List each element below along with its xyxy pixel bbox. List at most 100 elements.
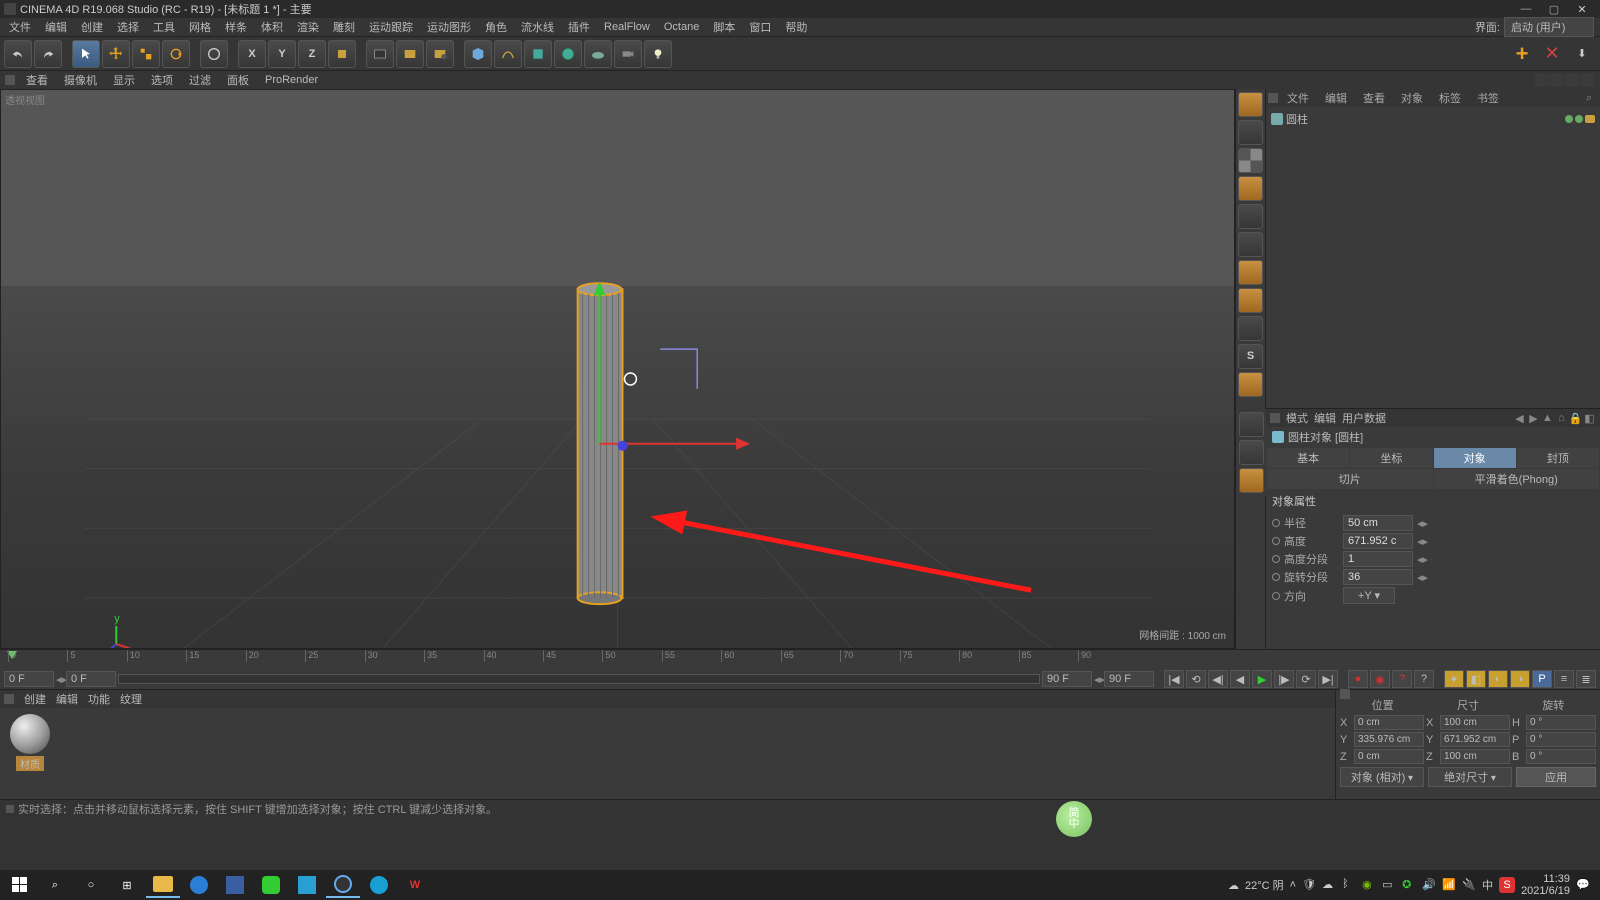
- tray-sogou-icon[interactable]: S: [1499, 877, 1515, 893]
- cortana-button[interactable]: ○: [74, 872, 108, 898]
- timeline-range-slider[interactable]: [118, 674, 1040, 684]
- grip-icon[interactable]: [5, 75, 15, 85]
- coords-apply-button[interactable]: 应用: [1516, 767, 1596, 787]
- material-item[interactable]: 材质: [6, 714, 54, 771]
- axis-mode-button[interactable]: [1238, 288, 1263, 313]
- weather-icon[interactable]: ☁: [1228, 879, 1239, 892]
- ime-badge[interactable]: 简 中: [1056, 801, 1092, 837]
- attr-menu-mode[interactable]: 模式: [1286, 410, 1308, 426]
- point-mode-button[interactable]: [1238, 204, 1263, 229]
- mat-menu-create[interactable]: 创建: [24, 691, 46, 707]
- tray-wifi-icon[interactable]: 📶: [1442, 878, 1456, 892]
- lock-y-button[interactable]: Y: [268, 40, 296, 68]
- vp-nav-move-icon[interactable]: [1535, 73, 1549, 87]
- menu-mograph[interactable]: 运动图形: [420, 19, 478, 35]
- grip-icon[interactable]: [4, 694, 14, 704]
- timeline-menu1-button[interactable]: ≡: [1554, 670, 1574, 688]
- add-spline-button[interactable]: [494, 40, 522, 68]
- size-x-input[interactable]: 100 cm: [1440, 715, 1510, 730]
- attr-tab-object[interactable]: 对象: [1434, 448, 1516, 468]
- om-search-icon[interactable]: ⌕: [1586, 92, 1598, 104]
- rotate-tool[interactable]: [162, 40, 190, 68]
- attr-menu-edit[interactable]: 编辑: [1314, 410, 1336, 426]
- menu-realflow[interactable]: RealFlow: [597, 21, 657, 33]
- attr-nav-lock-icon[interactable]: 🔒: [1569, 412, 1582, 425]
- menu-motiontrack[interactable]: 运动跟踪: [362, 19, 420, 35]
- om-tab-object[interactable]: 对象: [1394, 89, 1430, 107]
- om-tab-edit[interactable]: 编辑: [1318, 89, 1354, 107]
- om-tab-view[interactable]: 查看: [1356, 89, 1392, 107]
- timeline-start-field[interactable]: 0 F: [4, 671, 54, 687]
- vp-nav-toggle-icon[interactable]: [1580, 73, 1594, 87]
- keyframe-opts-button[interactable]: ?: [1414, 670, 1434, 688]
- menu-create[interactable]: 创建: [74, 19, 110, 35]
- tray-clock[interactable]: 11:39 2021/6/19: [1521, 873, 1570, 897]
- spinner-icon[interactable]: ◂▸: [1417, 571, 1427, 584]
- rot-h-input[interactable]: 0 °: [1526, 715, 1596, 730]
- anim-dot[interactable]: [1272, 573, 1280, 581]
- pos-x-input[interactable]: 0 cm: [1354, 715, 1424, 730]
- last-tool[interactable]: [200, 40, 228, 68]
- attr-nav-home-icon[interactable]: ⌂: [1555, 412, 1568, 425]
- om-tab-file[interactable]: 文件: [1280, 89, 1316, 107]
- menu-volume[interactable]: 体积: [254, 19, 290, 35]
- tray-shield-icon[interactable]: 🛡: [1302, 878, 1316, 892]
- key-param-button[interactable]: ◑: [1510, 670, 1530, 688]
- key-scale-button[interactable]: ◧: [1466, 670, 1486, 688]
- pos-y-input[interactable]: 335.976 cm: [1354, 732, 1424, 747]
- menu-spline[interactable]: 样条: [218, 19, 254, 35]
- texture-mode-button[interactable]: [1238, 148, 1263, 173]
- lock-z-button[interactable]: Z: [298, 40, 326, 68]
- search-button[interactable]: ⌕: [38, 872, 72, 898]
- taskbar-app2-icon[interactable]: [218, 872, 252, 898]
- attr-tab-phong[interactable]: 平滑着色(Phong): [1434, 469, 1600, 489]
- menu-plugins[interactable]: 插件: [561, 19, 597, 35]
- next-frame-button[interactable]: |▶: [1274, 670, 1294, 688]
- tray-chevron-icon[interactable]: ˄: [1290, 879, 1296, 891]
- attr-side-button-2[interactable]: [1239, 440, 1264, 465]
- workplane-mode-button[interactable]: [1238, 176, 1263, 201]
- material-label[interactable]: 材质: [16, 756, 44, 771]
- attr-nav-new-icon[interactable]: ◧: [1583, 412, 1596, 425]
- lock-x-button[interactable]: X: [238, 40, 266, 68]
- polygon-mode-button[interactable]: [1238, 260, 1263, 285]
- taskbar-wechat-icon[interactable]: [254, 872, 288, 898]
- hseg-input[interactable]: 1: [1343, 551, 1413, 567]
- anim-dot[interactable]: [1272, 537, 1280, 545]
- tray-bluetooth-icon[interactable]: ᛒ: [1342, 878, 1356, 892]
- maximize-button[interactable]: ▢: [1540, 1, 1568, 17]
- rseg-input[interactable]: 36: [1343, 569, 1413, 585]
- snap-button[interactable]: S: [1238, 344, 1263, 369]
- om-tab-bookmarks[interactable]: 书签: [1470, 89, 1506, 107]
- coords-mode1-dropdown[interactable]: 对象 (相对) ▾: [1340, 767, 1424, 787]
- grip-icon[interactable]: [1270, 413, 1280, 423]
- attr-side-button-3[interactable]: [1239, 468, 1264, 493]
- pos-z-input[interactable]: 0 cm: [1354, 749, 1424, 764]
- prev-key-button[interactable]: ⟲: [1186, 670, 1206, 688]
- menu-pipeline[interactable]: 流水线: [514, 19, 561, 35]
- om-tab-tags[interactable]: 标签: [1432, 89, 1468, 107]
- add-primitive-button[interactable]: [464, 40, 492, 68]
- timeline-range-end-field[interactable]: 90 F: [1042, 671, 1092, 687]
- tray-power-icon[interactable]: 🔌: [1462, 878, 1476, 892]
- add-environment-button[interactable]: [584, 40, 612, 68]
- tray-nvidia-icon[interactable]: ◉: [1362, 878, 1376, 892]
- menu-character[interactable]: 角色: [478, 19, 514, 35]
- add-camera-button[interactable]: [614, 40, 642, 68]
- timeline-current-field[interactable]: 0 F: [66, 671, 116, 687]
- timeline-ruler[interactable]: 051015202530354045505560657075808590: [0, 650, 1600, 668]
- corner-add-icon[interactable]: +: [1508, 40, 1536, 68]
- attr-tab-slice[interactable]: 切片: [1267, 469, 1433, 489]
- tray-notifications-icon[interactable]: 💬: [1576, 878, 1590, 892]
- rot-p-input[interactable]: 0 °: [1526, 732, 1596, 747]
- menu-mesh[interactable]: 网格: [182, 19, 218, 35]
- tray-ime-label[interactable]: 中: [1482, 877, 1493, 893]
- spinner-icon[interactable]: ◂▸: [1417, 535, 1427, 548]
- keyframe-sel-button[interactable]: ?: [1392, 670, 1412, 688]
- visibility-editor-dot[interactable]: [1565, 115, 1573, 123]
- taskview-button[interactable]: ⊞: [110, 872, 144, 898]
- attr-tab-basic[interactable]: 基本: [1267, 448, 1349, 468]
- tray-volume-icon[interactable]: 🔊: [1422, 878, 1436, 892]
- vp-menu-view[interactable]: 查看: [18, 72, 56, 88]
- menu-file[interactable]: 文件: [2, 19, 38, 35]
